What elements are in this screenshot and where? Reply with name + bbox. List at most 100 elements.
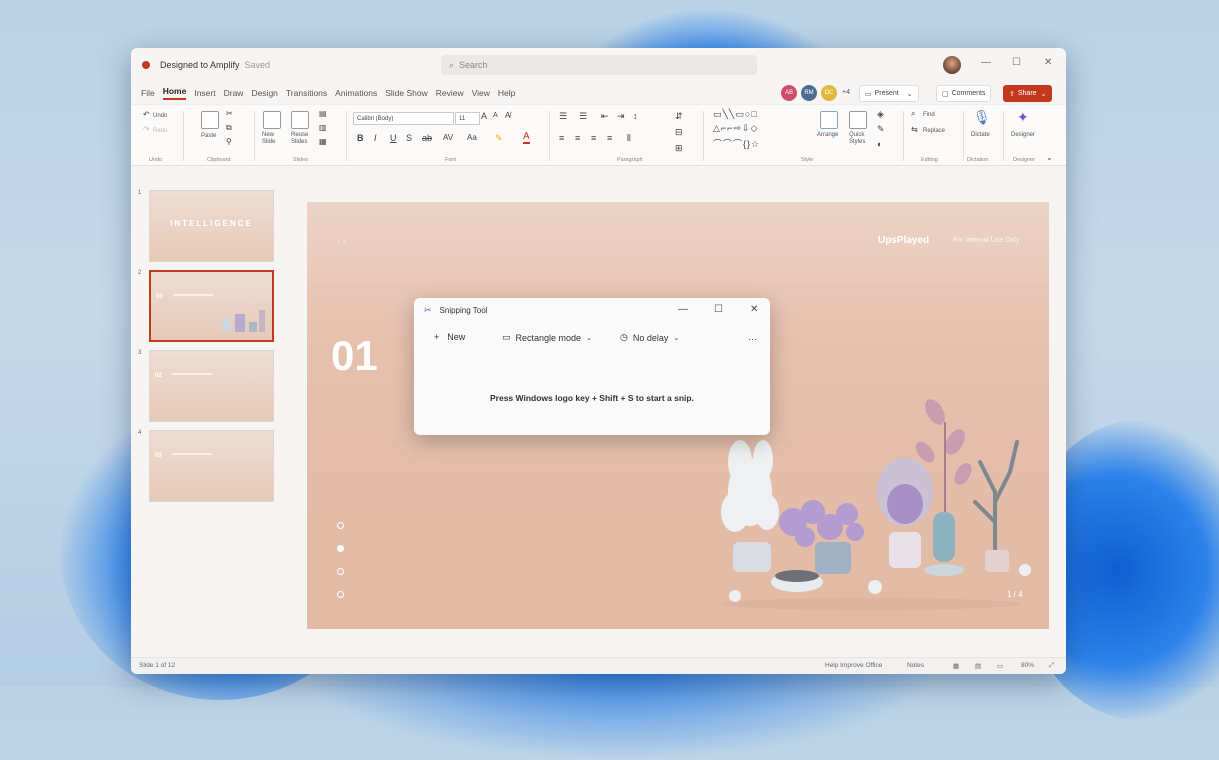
undo-icon[interactable]: ↶ (143, 110, 150, 119)
paste-label[interactable]: Paste (201, 133, 216, 139)
strikethrough-icon[interactable]: ab (422, 133, 432, 143)
shape-fill-icon[interactable]: ◈ (877, 109, 884, 120)
shapes-gallery-icon[interactable]: ▭╲╲▭○□ (713, 109, 758, 120)
tab-animations[interactable]: Animations (335, 88, 377, 98)
maximize-icon[interactable]: ☐ (714, 304, 723, 315)
cut-icon[interactable]: ✂ (226, 109, 233, 118)
align-text-icon[interactable]: ⊟ (675, 127, 683, 138)
quick-styles-icon[interactable] (849, 111, 867, 129)
font-size-select[interactable]: 11 (455, 112, 480, 125)
grow-font-icon[interactable]: A (481, 111, 487, 121)
format-painter-icon[interactable]: ⚲ (226, 137, 232, 146)
copy-icon[interactable]: ⧉ (226, 123, 232, 133)
undo-label[interactable]: Undo (153, 113, 167, 119)
comments-button[interactable]: ▢ Comments (936, 85, 992, 102)
change-case-icon[interactable]: Aa (467, 133, 477, 142)
collaborator-avatar[interactable]: DC (821, 85, 837, 101)
smartart-icon[interactable]: ⊞ (675, 143, 683, 154)
tab-view[interactable]: View (472, 88, 490, 98)
bold-icon[interactable]: B (357, 133, 364, 143)
font-color-icon[interactable]: A (523, 132, 530, 144)
columns-icon[interactable]: ⫴ (627, 133, 631, 144)
shape-effects-icon[interactable]: ◐ (877, 139, 882, 149)
highlight-icon[interactable]: ✎ (495, 133, 503, 144)
shrink-font-icon[interactable]: A (493, 112, 498, 119)
reading-view-icon[interactable]: ▭ (997, 662, 1003, 670)
find-label[interactable]: Find (923, 112, 935, 118)
align-right-icon[interactable]: ≡ (591, 133, 596, 143)
section-icon[interactable]: ▦ (319, 137, 327, 146)
close-icon[interactable]: ✕ (750, 304, 758, 315)
new-slide-icon[interactable] (263, 111, 281, 129)
more-options-icon[interactable]: … (748, 332, 757, 342)
slide-sorter-icon[interactable]: ▤ (975, 662, 981, 670)
tab-file[interactable]: File (141, 88, 155, 98)
collaborator-avatar[interactable]: RM (801, 85, 817, 101)
designer-icon[interactable]: ✦ (1017, 109, 1029, 126)
line-spacing-icon[interactable]: ↕ (633, 111, 638, 121)
shape-outline-icon[interactable]: ✎ (877, 124, 885, 135)
replace-label[interactable]: Replace (923, 128, 945, 134)
align-center-icon[interactable]: ≡ (575, 133, 580, 143)
redo-icon[interactable]: ↷ (143, 125, 150, 134)
shadow-icon[interactable]: S (406, 133, 412, 143)
dictate-label[interactable]: Dictate (971, 132, 990, 138)
snip-mode-select[interactable]: ▭ Rectangle mode ⌄ (502, 332, 592, 343)
present-button[interactable]: ▭ Present ⌄ (859, 85, 919, 102)
quick-styles-label[interactable]: Quick Styles (849, 132, 869, 146)
maximize-icon[interactable]: ☐ (1012, 57, 1021, 68)
clear-format-icon[interactable]: A̸ (505, 111, 510, 120)
normal-view-icon[interactable]: ▦ (953, 662, 959, 670)
replace-icon[interactable]: ⇆ (911, 125, 918, 134)
spacing-icon[interactable]: AV (443, 133, 453, 142)
microphone-icon[interactable]: 🎙︎ (973, 109, 991, 126)
collaborator-count[interactable]: +4 (842, 89, 850, 96)
slide-section-number[interactable]: 01 (331, 332, 378, 380)
chevron-down-icon[interactable]: ⌄ (1046, 153, 1053, 162)
tab-draw[interactable]: Draw (224, 88, 244, 98)
find-icon[interactable]: ⌕ (911, 109, 915, 119)
fit-to-window-icon[interactable]: ⤢ (1049, 662, 1054, 670)
paste-icon[interactable] (201, 111, 219, 129)
zoom-level[interactable]: 80% (1021, 662, 1034, 669)
underline-icon[interactable]: U (390, 133, 397, 143)
shapes-gallery-icon[interactable]: ⌒⌒⌒{}☆ (713, 137, 760, 150)
bullets-icon[interactable]: ☰ (559, 111, 567, 122)
tab-design[interactable]: Design (251, 88, 277, 98)
tab-review[interactable]: Review (436, 88, 464, 98)
help-improve-office[interactable]: Help Improve Office (825, 662, 882, 669)
italic-icon[interactable]: I (374, 133, 377, 143)
outdent-icon[interactable]: ⇥ (617, 111, 625, 122)
tab-help[interactable]: Help (498, 88, 515, 98)
notes-button[interactable]: Notes (907, 662, 924, 669)
align-left-icon[interactable]: ≡ (559, 133, 564, 143)
slide-thumbnail[interactable]: 03 (149, 430, 274, 502)
text-direction-icon[interactable]: ⇵ (675, 111, 683, 122)
arrange-icon[interactable] (820, 111, 838, 129)
slide-thumbnail[interactable]: 02 (149, 350, 274, 422)
layout-icon[interactable]: ▤ (319, 109, 327, 118)
reset-icon[interactable]: ▥ (319, 123, 327, 132)
redo-label[interactable]: Redo (153, 128, 167, 134)
delay-select[interactable]: ◷ No delay ⌄ (620, 332, 679, 343)
minimize-icon[interactable]: — (981, 57, 991, 68)
tab-slide-show[interactable]: Slide Show (385, 88, 428, 98)
slide-thumbnail[interactable]: INTELLIGENCE (149, 190, 274, 262)
new-snip-button[interactable]: + New (434, 332, 465, 342)
numbering-icon[interactable]: ☰ (579, 111, 587, 122)
font-name-select[interactable]: Calibri (Body) (353, 112, 454, 125)
tab-insert[interactable]: Insert (194, 88, 215, 98)
arrange-label[interactable]: Arrange (817, 132, 838, 138)
minimize-icon[interactable]: — (678, 304, 688, 315)
collaborator-avatar[interactable]: AB (781, 85, 797, 101)
user-avatar[interactable] (943, 56, 961, 74)
reuse-slides-label[interactable]: Reuse Slides (291, 132, 313, 146)
share-button[interactable]: ⇪ Share ⌄ (1003, 85, 1053, 102)
reuse-slides-icon[interactable] (291, 111, 309, 129)
designer-label[interactable]: Designer (1011, 132, 1035, 138)
justify-icon[interactable]: ≡ (607, 133, 612, 143)
new-slide-label[interactable]: New Slide (262, 132, 282, 146)
tab-transitions[interactable]: Transitions (286, 88, 327, 98)
shapes-gallery-icon[interactable]: △⌐⌐⇨⇩◇ (713, 123, 758, 134)
close-icon[interactable]: ✕ (1044, 57, 1052, 68)
